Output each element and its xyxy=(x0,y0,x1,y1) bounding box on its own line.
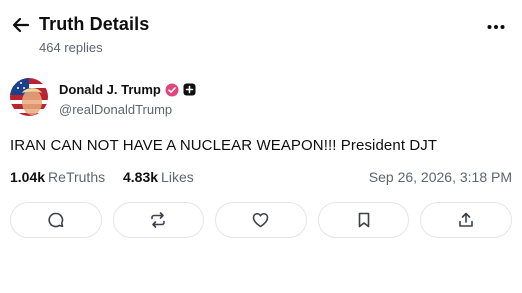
heart-icon xyxy=(253,212,269,228)
reply-count: 464 replies xyxy=(39,40,103,55)
avatar-image xyxy=(10,78,48,116)
post-text: IRAN CAN NOT HAVE A NUCLEAR WEAPON!!! Pr… xyxy=(10,137,438,154)
reply-button[interactable] xyxy=(10,202,102,238)
retruth-button[interactable] xyxy=(112,202,205,238)
likes-stat[interactable]: 4.83k Likes xyxy=(123,169,194,185)
author-display-name[interactable]: Donald J. Trump xyxy=(59,82,161,97)
share-button[interactable] xyxy=(420,202,512,238)
comment-icon xyxy=(48,212,64,228)
more-horizontal-icon xyxy=(487,25,505,29)
page-title: Truth Details xyxy=(39,14,150,34)
post-timestamp: Sep 26, 2026, 3:18 PM xyxy=(368,169,512,185)
retruths-label: ReTruths xyxy=(48,169,106,185)
bookmark-button[interactable] xyxy=(317,202,410,238)
likes-count: 4.83k xyxy=(123,169,159,185)
like-button[interactable] xyxy=(215,202,307,238)
back-button[interactable] xyxy=(10,14,32,36)
header: Truth Details 464 replies xyxy=(0,0,522,62)
author-name-row: Donald J. Trump xyxy=(59,82,196,97)
retruths-stat[interactable]: 1.04k ReTruths xyxy=(10,169,105,185)
repost-icon xyxy=(151,212,166,228)
likes-label: Likes xyxy=(161,169,194,185)
more-options-button[interactable] xyxy=(484,17,508,37)
avatar[interactable] xyxy=(10,78,48,116)
share-icon xyxy=(459,212,473,227)
plus-badge-icon xyxy=(183,83,196,96)
verified-badge-icon xyxy=(165,83,179,96)
retruths-count: 1.04k xyxy=(10,169,46,185)
post-stats: 1.04k ReTruths 4.83k Likes Sep 26, 2026, 3… xyxy=(10,169,512,187)
arrow-left-icon xyxy=(12,17,30,33)
bookmark-icon xyxy=(358,212,369,228)
post-actions xyxy=(10,202,512,238)
author-handle[interactable]: @realDonaldTrump xyxy=(59,102,172,117)
